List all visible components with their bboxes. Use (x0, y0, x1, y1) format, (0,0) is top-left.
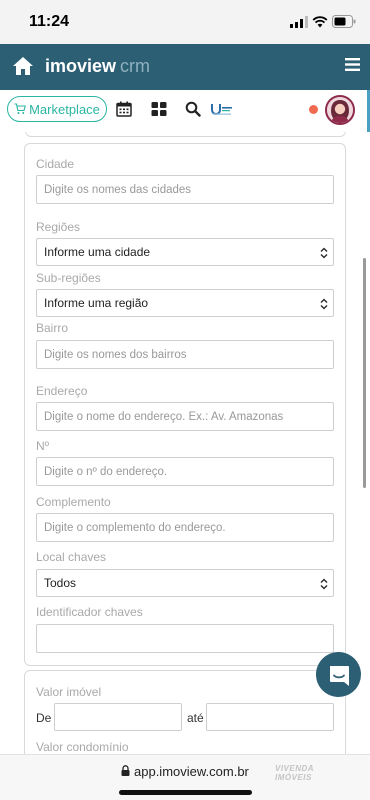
address-filters-card: Cidade Digite os nomes das cidades Regiõ… (24, 143, 346, 666)
partner-logo-icon[interactable] (210, 101, 234, 117)
content-area: Cidade Digite os nomes das cidades Regiõ… (0, 132, 370, 754)
sub-regioes-select[interactable]: Informe uma região (36, 289, 334, 317)
numero-input[interactable]: Digite o nº do endereço. (36, 457, 334, 486)
regioes-select[interactable]: Informe uma cidade (36, 238, 334, 266)
value-filters-card: Valor imóvel De até Valor condomínio (24, 670, 346, 754)
marketplace-button[interactable]: Marketplace (7, 96, 107, 122)
cidade-placeholder: Digite os nomes das cidades (44, 183, 192, 196)
chat-button[interactable] (316, 652, 361, 697)
chevron-updown-icon (320, 247, 328, 259)
cidade-label: Cidade (36, 157, 75, 171)
numero-label: Nº (36, 439, 50, 453)
marketplace-label: Marketplace (29, 101, 100, 117)
notification-dot (309, 105, 318, 114)
watermark-line2: IMÓVEIS (275, 773, 312, 782)
scrollbar[interactable] (363, 258, 366, 488)
identificador-chaves-input[interactable] (36, 624, 334, 653)
brand-logo[interactable]: imoview crm (45, 56, 150, 77)
cart-icon (14, 103, 27, 114)
brand-suffix: crm (120, 56, 151, 76)
status-time: 11:24 (29, 13, 70, 30)
chevron-updown-icon (320, 578, 328, 590)
chat-icon (329, 665, 349, 686)
lock-icon (121, 765, 130, 776)
valor-imovel-label: Valor imóvel (36, 685, 102, 699)
home-icon[interactable] (11, 54, 35, 78)
user-avatar[interactable] (325, 95, 355, 125)
sub-regioes-value: Informe uma região (44, 296, 149, 310)
status-bar: 11:24 (0, 0, 370, 44)
app-header: imoview crm (0, 44, 370, 90)
identificador-chaves-label: Identificador chaves (36, 605, 143, 619)
complemento-input[interactable]: Digite o complemento do endereço. (36, 513, 334, 542)
complemento-label: Complemento (36, 495, 111, 509)
valor-imovel-max-input[interactable] (206, 703, 334, 731)
browser-url-bar[interactable]: app.imoview.com.br VIVENDA IMÓVEIS (0, 754, 370, 800)
watermark: VIVENDA IMÓVEIS (275, 764, 314, 782)
regioes-value: Informe uma cidade (44, 245, 151, 259)
toolbar: Marketplace (0, 90, 370, 132)
bairro-input[interactable]: Digite os nomes dos bairros (36, 340, 334, 369)
valor-condominio-label: Valor condomínio (36, 740, 129, 754)
endereco-label: Endereço (36, 384, 88, 398)
local-chaves-value: Todos (44, 576, 77, 590)
valor-imovel-min-input[interactable] (54, 703, 182, 731)
battery-icon (332, 15, 356, 28)
wifi-icon (312, 16, 328, 28)
numero-placeholder: Digite o nº do endereço. (44, 465, 168, 478)
url-text[interactable]: app.imoview.com.br (134, 764, 249, 779)
sub-regioes-label: Sub-regiões (36, 271, 101, 285)
signal-icon (290, 16, 308, 28)
brand-name: imoview (45, 56, 117, 76)
endereco-placeholder: Digite o nome do endereço. Ex.: Av. Amaz… (44, 410, 284, 423)
home-indicator[interactable] (119, 790, 252, 795)
hamburger-menu-icon[interactable] (345, 58, 360, 71)
search-icon[interactable] (185, 101, 201, 117)
chevron-updown-icon (320, 298, 328, 310)
calendar-icon[interactable] (116, 101, 132, 117)
previous-card-bottom (25, 132, 346, 137)
apps-grid-icon[interactable] (151, 101, 167, 117)
endereco-input[interactable]: Digite o nome do endereço. Ex.: Av. Amaz… (36, 402, 334, 431)
bairro-label: Bairro (36, 321, 69, 335)
bairro-placeholder: Digite os nomes dos bairros (44, 348, 187, 361)
local-chaves-select[interactable]: Todos (36, 569, 334, 597)
valor-imovel-to-label: até (187, 711, 204, 725)
cidade-input[interactable]: Digite os nomes das cidades (36, 175, 334, 204)
valor-imovel-from-label: De (36, 711, 52, 725)
regioes-label: Regiões (36, 220, 81, 234)
complemento-placeholder: Digite o complemento do endereço. (44, 521, 226, 534)
local-chaves-label: Local chaves (36, 550, 107, 564)
avatar-image (327, 97, 353, 123)
watermark-line1: VIVENDA (275, 764, 315, 773)
